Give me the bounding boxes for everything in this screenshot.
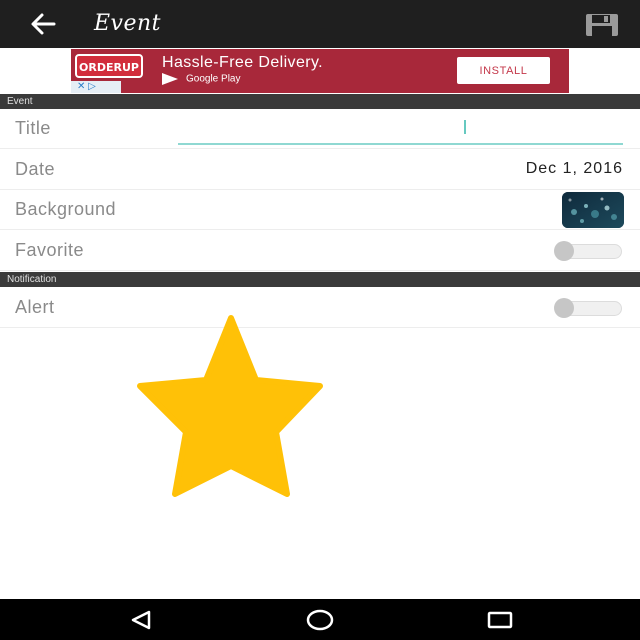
google-play-icon bbox=[162, 73, 178, 85]
ad-store-label: Google Play bbox=[186, 73, 241, 85]
text-cursor bbox=[464, 120, 466, 134]
nav-back-button[interactable] bbox=[111, 599, 171, 640]
system-nav-bar bbox=[0, 599, 640, 640]
row-background[interactable]: Background bbox=[0, 190, 640, 230]
date-value[interactable]: Dec 1, 2016 bbox=[526, 160, 623, 178]
adchoices-icon[interactable]: ✕ ▷ bbox=[71, 81, 121, 93]
title-label: Title bbox=[15, 118, 51, 138]
row-favorite[interactable]: Favorite bbox=[0, 231, 640, 271]
alert-toggle[interactable] bbox=[554, 298, 624, 318]
row-date[interactable]: Date Dec 1, 2016 bbox=[0, 150, 640, 190]
alert-label: Alert bbox=[15, 297, 55, 317]
nav-home-icon bbox=[306, 609, 334, 630]
nav-recents-icon bbox=[487, 611, 513, 628]
ad-brand-logo: ORDERUP bbox=[75, 54, 143, 78]
background-label: Background bbox=[15, 199, 117, 219]
section-header-event: Event bbox=[0, 94, 640, 109]
app-bar: Event bbox=[0, 0, 640, 48]
nav-home-button[interactable] bbox=[290, 599, 350, 640]
arrow-back-icon[interactable] bbox=[26, 10, 62, 38]
star-icon bbox=[137, 315, 323, 497]
background-thumbnail[interactable] bbox=[562, 192, 624, 228]
favorite-label: Favorite bbox=[15, 240, 85, 260]
toggle-thumb bbox=[554, 241, 574, 261]
date-label: Date bbox=[15, 159, 56, 179]
nav-back-icon bbox=[131, 610, 151, 629]
install-button[interactable]: INSTALL bbox=[457, 57, 550, 84]
row-title[interactable]: Title bbox=[0, 109, 640, 149]
page-title: Event bbox=[94, 11, 162, 36]
section-header-notification: Notification bbox=[0, 272, 640, 287]
floppy-save-icon[interactable] bbox=[584, 12, 620, 38]
favorite-toggle[interactable] bbox=[554, 241, 624, 261]
toggle-thumb bbox=[554, 298, 574, 318]
ad-headline: Hassle-Free Delivery. bbox=[162, 54, 324, 71]
title-input[interactable] bbox=[178, 119, 623, 145]
ad-banner[interactable]: ORDERUP ✕ ▷ Hassle-Free Delivery. Google… bbox=[71, 49, 569, 93]
ad-store: Google Play bbox=[162, 73, 240, 85]
nav-recents-button[interactable] bbox=[470, 599, 530, 640]
